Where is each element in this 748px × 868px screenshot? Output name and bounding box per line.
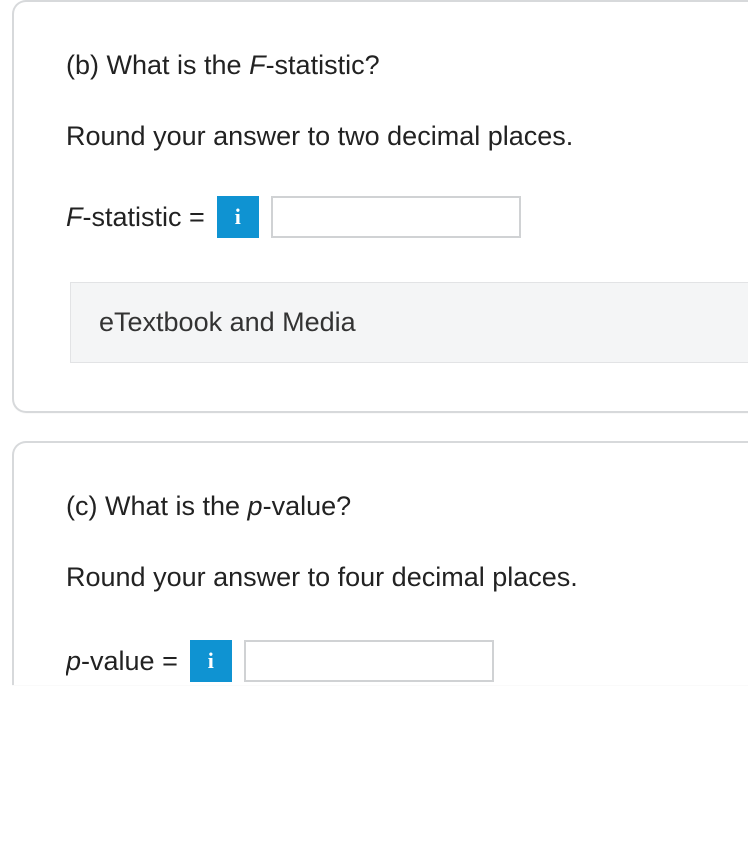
answer-row-c: p-value = i <box>66 637 708 685</box>
label-c-term: p <box>66 646 81 676</box>
q-c-prefix: (c) What is the <box>66 491 248 521</box>
label-b-suffix: -statistic = <box>83 202 205 232</box>
q-b-suffix: -statistic? <box>266 50 380 80</box>
answer-label-b: F-statistic = <box>66 202 205 233</box>
question-text-c: (c) What is the p-value? <box>66 491 708 522</box>
instruction-b: Round your answer to two decimal places. <box>66 121 708 152</box>
q-c-suffix: -value? <box>263 491 352 521</box>
answer-row-b: F-statistic = i <box>66 196 708 238</box>
label-b-term: F <box>66 202 83 232</box>
etextbook-button[interactable]: eTextbook and Media <box>70 282 748 363</box>
question-text-b: (b) What is the F-statistic? <box>66 50 708 81</box>
q-b-term: F <box>249 50 266 80</box>
info-icon[interactable]: i <box>217 196 259 238</box>
instruction-c: Round your answer to four decimal places… <box>66 562 708 593</box>
info-icon[interactable]: i <box>190 640 232 682</box>
q-c-term: p <box>248 491 263 521</box>
question-part-b: (b) What is the F-statistic? Round your … <box>12 0 748 413</box>
p-value-input[interactable] <box>244 640 494 682</box>
answer-label-c: p-value = <box>66 646 178 677</box>
question-part-c: (c) What is the p-value? Round your answ… <box>12 441 748 685</box>
label-c-suffix: -value = <box>81 646 178 676</box>
f-statistic-input[interactable] <box>271 196 521 238</box>
q-b-prefix: (b) What is the <box>66 50 249 80</box>
